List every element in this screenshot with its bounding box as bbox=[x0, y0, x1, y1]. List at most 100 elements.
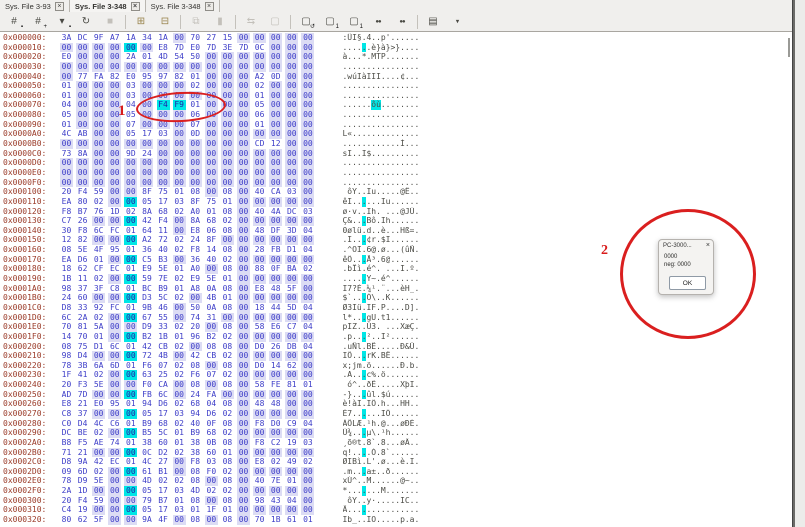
hex-byte[interactable]: AB bbox=[76, 129, 89, 139]
hex-byte[interactable]: 00 bbox=[269, 178, 282, 188]
hex-byte[interactable]: 08 bbox=[221, 496, 234, 506]
hex-byte[interactable]: 01 bbox=[173, 438, 186, 448]
hex-byte[interactable]: 00 bbox=[205, 476, 218, 486]
hex-byte[interactable]: 00 bbox=[237, 81, 250, 91]
hex-byte[interactable]: 00 bbox=[269, 52, 282, 62]
hex-byte[interactable]: 00 bbox=[301, 187, 314, 197]
hex-byte[interactable]: 00 bbox=[253, 274, 266, 284]
hex-byte[interactable]: 00 bbox=[108, 409, 121, 419]
ascii-char[interactable]: . bbox=[414, 178, 419, 188]
hex-byte[interactable]: C7 bbox=[285, 322, 298, 332]
hex-byte[interactable]: 0B bbox=[205, 438, 218, 448]
hex-byte[interactable]: 00 bbox=[301, 399, 314, 409]
hex-byte[interactable]: 00 bbox=[124, 351, 137, 361]
hex-byte[interactable]: 01 bbox=[189, 505, 202, 515]
hex-byte[interactable]: A0 bbox=[189, 264, 202, 274]
hex-byte[interactable]: D6 bbox=[205, 409, 218, 419]
hex-byte[interactable]: 9F bbox=[92, 33, 105, 43]
hex-byte[interactable]: E9 bbox=[140, 264, 153, 274]
hex-byte[interactable]: 02 bbox=[92, 197, 105, 207]
ascii-column[interactable]: È7......IÖ...... bbox=[343, 409, 420, 419]
hex-byte[interactable]: 00 bbox=[301, 129, 314, 139]
hex-byte[interactable]: 06 bbox=[253, 110, 266, 120]
hex-byte[interactable]: 21 bbox=[76, 448, 89, 458]
hex-byte[interactable]: 00 bbox=[92, 81, 105, 91]
page-refresh-icon[interactable]: ▢↺ bbox=[295, 12, 317, 31]
ascii-char[interactable]: . bbox=[414, 409, 419, 419]
hex-byte[interactable]: 00 bbox=[285, 168, 298, 178]
hex-byte[interactable]: 30 bbox=[60, 226, 73, 236]
tab-sys-file-3-348-1[interactable]: Sys. File 3-348× bbox=[70, 0, 146, 12]
hex-byte[interactable]: D1 bbox=[92, 342, 105, 352]
hex-byte[interactable]: D8 bbox=[60, 303, 73, 313]
hex-byte[interactable]: 1D bbox=[108, 207, 121, 217]
hex-byte[interactable]: 4B bbox=[205, 293, 218, 303]
hex-byte[interactable]: 00 bbox=[140, 81, 153, 91]
hex-byte[interactable]: 00 bbox=[221, 129, 234, 139]
hex-byte[interactable]: 00 bbox=[269, 33, 282, 43]
hex-byte[interactable]: 14 bbox=[205, 245, 218, 255]
hex-byte[interactable]: 61 bbox=[140, 467, 153, 477]
hex-byte[interactable]: 00 bbox=[237, 235, 250, 245]
page-one-alt-icon[interactable]: ▢1 bbox=[343, 12, 365, 31]
ascii-char[interactable]: . bbox=[414, 120, 419, 130]
hex-byte[interactable]: 79 bbox=[140, 496, 153, 506]
hex-byte[interactable]: 00 bbox=[285, 52, 298, 62]
hex-byte[interactable]: 08 bbox=[221, 284, 234, 294]
ascii-char[interactable]: . bbox=[414, 33, 419, 43]
hex-byte[interactable]: 01 bbox=[92, 255, 105, 265]
hex-byte[interactable]: D0 bbox=[269, 419, 282, 429]
hex-byte[interactable]: 00 bbox=[140, 120, 153, 130]
hex-byte[interactable]: 00 bbox=[237, 486, 250, 496]
hex-byte[interactable]: 20 bbox=[60, 496, 73, 506]
hex-byte[interactable]: 00 bbox=[269, 293, 282, 303]
hex-byte[interactable]: 00 bbox=[237, 399, 250, 409]
hex-byte[interactable]: A8 bbox=[189, 284, 202, 294]
hex-byte[interactable]: 08 bbox=[221, 438, 234, 448]
hex-byte[interactable]: 00 bbox=[173, 62, 186, 72]
hex-byte[interactable]: 00 bbox=[253, 313, 266, 323]
hex-byte[interactable]: 07 bbox=[124, 120, 137, 130]
hex-byte[interactable]: 38 bbox=[189, 448, 202, 458]
hex-byte[interactable]: 00 bbox=[237, 62, 250, 72]
hex-byte[interactable]: 3F bbox=[92, 284, 105, 294]
hex-byte[interactable]: F3 bbox=[76, 380, 89, 390]
hex-byte[interactable]: 19 bbox=[76, 505, 89, 515]
hex-byte[interactable]: C7 bbox=[60, 216, 73, 226]
hex-byte[interactable]: D4 bbox=[76, 351, 89, 361]
hex-byte[interactable]: 00 bbox=[253, 505, 266, 515]
hex-byte[interactable]: 01 bbox=[205, 207, 218, 217]
hex-byte[interactable]: 50 bbox=[189, 303, 202, 313]
hex-byte[interactable]: C8 bbox=[60, 409, 73, 419]
hex-byte[interactable]: 08 bbox=[60, 342, 73, 352]
hex-byte[interactable]: 01 bbox=[253, 120, 266, 130]
hex-byte[interactable]: 58 bbox=[253, 322, 266, 332]
hex-byte[interactable]: 00 bbox=[285, 110, 298, 120]
hex-byte[interactable]: 04 bbox=[301, 226, 314, 236]
hex-byte[interactable]: 00 bbox=[269, 467, 282, 477]
hex-byte[interactable]: 00 bbox=[253, 216, 266, 226]
hex-byte[interactable]: 00 bbox=[301, 370, 314, 380]
ascii-column[interactable]: .bÏì.é^. ...I.º. bbox=[343, 264, 420, 274]
hex-byte[interactable]: 68 bbox=[205, 428, 218, 438]
hex-byte[interactable]: 00 bbox=[237, 515, 250, 525]
hex-byte[interactable]: 25 bbox=[157, 370, 170, 380]
hex-byte[interactable]: B5 bbox=[140, 428, 153, 438]
hex-byte[interactable]: 00 bbox=[92, 390, 105, 400]
hex-byte[interactable]: 00 bbox=[205, 62, 218, 72]
hex-byte[interactable]: 01 bbox=[173, 264, 186, 274]
hex-byte[interactable]: 01 bbox=[173, 284, 186, 294]
hex-byte[interactable]: 48 bbox=[269, 399, 282, 409]
hex-byte[interactable]: 00 bbox=[173, 226, 186, 236]
hex-byte[interactable]: 00 bbox=[237, 390, 250, 400]
ascii-char[interactable]: . bbox=[414, 332, 419, 342]
hex-byte[interactable]: 00 bbox=[237, 419, 250, 429]
ascii-char[interactable]: . bbox=[414, 187, 419, 197]
hex-byte[interactable]: 00 bbox=[237, 264, 250, 274]
hex-byte[interactable]: 00 bbox=[301, 43, 314, 53]
hex-byte[interactable]: 00 bbox=[108, 370, 121, 380]
hex-byte[interactable]: 38 bbox=[140, 438, 153, 448]
hex-byte[interactable]: 01 bbox=[124, 342, 137, 352]
hex-byte[interactable]: 97 bbox=[157, 72, 170, 82]
hex-byte[interactable]: 00 bbox=[108, 81, 121, 91]
